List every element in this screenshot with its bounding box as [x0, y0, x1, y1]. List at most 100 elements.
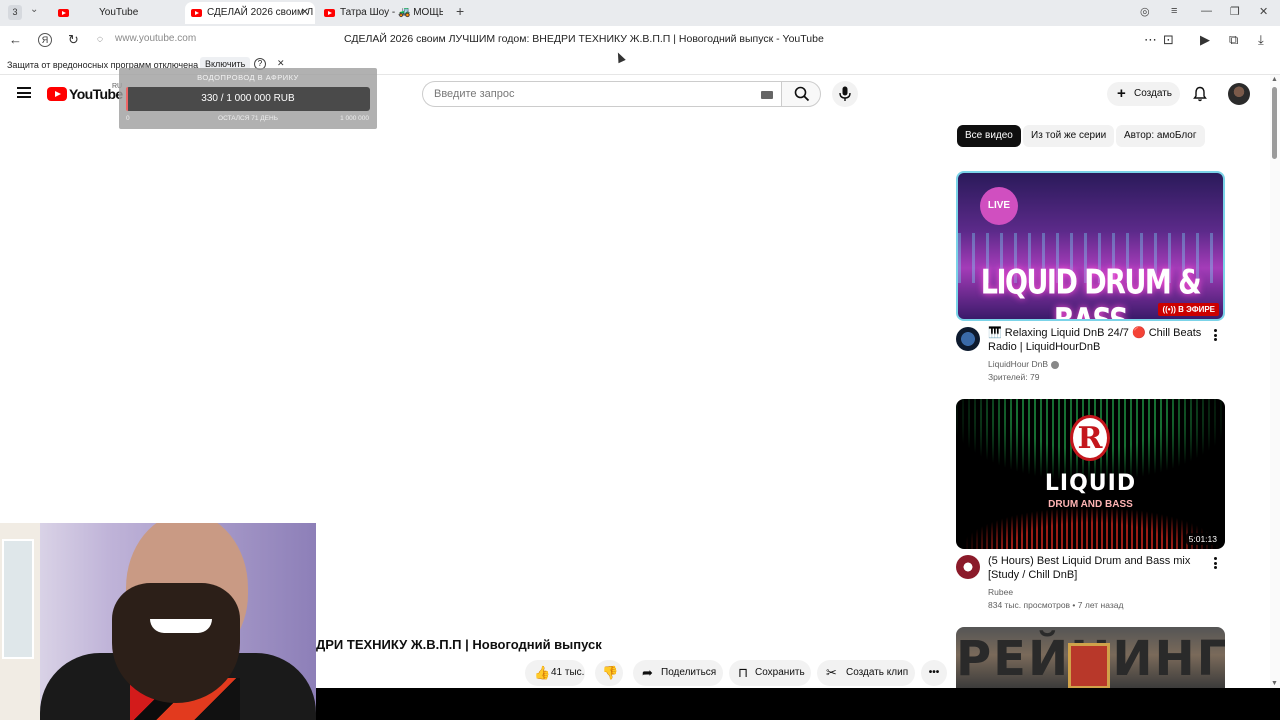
chip-all-videos[interactable]: Все видео: [957, 125, 1021, 147]
verified-check-icon: [1051, 360, 1060, 369]
share-label: Поделиться: [661, 667, 717, 678]
thumbnail-subtitle: DRUM AND BASS: [1048, 499, 1133, 510]
tab-youtube[interactable]: YouTube: [52, 2, 182, 24]
search-button[interactable]: [781, 81, 821, 107]
live-now-badge: ((•)) В ЭФИРЕ: [1158, 303, 1219, 316]
webcam-person-beard: [112, 583, 240, 703]
tab-count-badge[interactable]: 3: [8, 5, 22, 20]
address-page-title[interactable]: СДЕЛАЙ 2026 своим ЛУЧШИМ годом: ВНЕДРИ Т…: [344, 33, 824, 45]
recommendation-card[interactable]: РЕЙНИНГ: [956, 627, 1225, 689]
downloads-icon[interactable]: ⤓: [1258, 32, 1264, 48]
more-actions-icon[interactable]: [1214, 329, 1218, 341]
webcam-person-smile: [150, 619, 212, 633]
keyboard-icon[interactable]: [761, 91, 773, 99]
tab-label: YouTube: [99, 7, 139, 18]
share-button[interactable]: ➦ Поделиться: [633, 660, 723, 686]
donation-amount: 330 / 1 000 000 RUB: [201, 93, 295, 104]
live-badge: LIVE: [980, 187, 1018, 225]
new-tab-plus-icon[interactable]: +: [456, 3, 464, 19]
scroll-up-arrow-icon[interactable]: ▲: [1271, 76, 1278, 83]
more-actions-button[interactable]: •••: [921, 660, 947, 686]
search-box: [422, 81, 782, 107]
restore-icon[interactable]: ❐: [1230, 5, 1240, 18]
recommendation-title[interactable]: (5 Hours) Best Liquid Drum and Bass mix …: [988, 554, 1208, 582]
youtube-favicon-icon: [58, 9, 69, 17]
profile-icon[interactable]: ◎: [1140, 5, 1150, 18]
thumbs-up-icon: 👍: [534, 665, 551, 680]
save-label: Сохранить: [755, 667, 805, 678]
scissors-icon: ✂: [826, 665, 837, 680]
channel-avatar[interactable]: [956, 555, 980, 579]
live-now-label: В ЭФИРЕ: [1178, 305, 1215, 314]
bookmark-save-icon: ⊓: [738, 665, 749, 680]
search-input[interactable]: [434, 88, 744, 100]
create-clip-button[interactable]: ✂ Создать клип: [817, 660, 915, 686]
more-dots-icon[interactable]: ⋯: [1144, 32, 1157, 48]
recommendation-title[interactable]: 🎹 Relaxing Liquid DnB 24/7 🔴 Chill Beats…: [988, 326, 1208, 354]
thumbnail-title: LIQUID: [1044, 471, 1137, 496]
donation-days-left: ОСТАЛСЯ 71 ДЕНЬ: [218, 115, 278, 122]
search-icon: [794, 86, 810, 102]
thumbnail-emblem: [1068, 643, 1110, 689]
dislike-button[interactable]: 👎: [595, 660, 623, 686]
video-thumbnail[interactable]: LIVE LIQUID DRUM & BASS ((•)) В ЭФИРЕ: [956, 171, 1225, 321]
voice-search-button[interactable]: [832, 81, 858, 107]
plus-icon: +: [1117, 85, 1126, 102]
site-info-icon[interactable]: ◌: [97, 34, 103, 45]
tab-list-chevron-icon[interactable]: ⌄: [30, 4, 38, 15]
minimize-icon[interactable]: —: [1201, 5, 1212, 17]
donation-max: 1 000 000: [340, 115, 369, 122]
youtube-favicon-icon: [191, 9, 202, 17]
browser-menu-icon[interactable]: ≡: [1171, 5, 1177, 17]
video-popout-icon[interactable]: ▶: [1200, 32, 1210, 48]
tab-current-video[interactable]: СДЕЛАЙ 2026 своим Л ✕: [185, 2, 315, 24]
donation-goal-title: ВОДОПРОВОД В АФРИКУ: [197, 73, 299, 82]
more-actions-icon[interactable]: [1214, 557, 1218, 569]
video-thumbnail[interactable]: R LIQUID DRUM AND BASS 5:01:13: [956, 399, 1225, 549]
video-views-age: 834 тыс. просмотров • 7 лет назад: [988, 600, 1124, 610]
video-player-edge: [316, 688, 1280, 720]
more-horizontal-icon: •••: [928, 667, 940, 678]
video-title: ДРИ ТЕХНИКУ Ж.В.П.П | Новогодний выпуск: [316, 637, 602, 652]
youtube-logo[interactable]: YouTube: [47, 85, 123, 103]
channel-name[interactable]: Rubee: [988, 587, 1013, 597]
guide-menu-icon[interactable]: [17, 87, 31, 98]
like-button[interactable]: 👍 41 тыс.: [525, 660, 585, 686]
chip-author[interactable]: Автор: амоБлог: [1116, 125, 1205, 147]
share-arrow-icon: ➦: [642, 665, 653, 680]
youtube-favicon-icon: [324, 9, 335, 17]
reload-icon[interactable]: ↻: [68, 32, 79, 48]
like-count: 41 тыс.: [551, 667, 585, 678]
create-clip-label: Создать клип: [846, 667, 909, 678]
youtube-play-logo-icon: [47, 87, 67, 101]
donation-progress-bar: 330 / 1 000 000 RUB: [126, 87, 370, 111]
chip-same-series[interactable]: Из той же серии: [1023, 125, 1115, 147]
viewer-count: Зрителей: 79: [988, 372, 1040, 382]
bookmark-icon[interactable]: ⊡: [1163, 32, 1174, 48]
window-close-icon[interactable]: ✕: [1259, 5, 1268, 18]
scrollbar-thumb[interactable]: [1272, 87, 1277, 159]
channel-avatar[interactable]: [956, 327, 980, 351]
tab-label: Татра Шоу - 🚜 МОЩЬ Вк: [340, 7, 443, 18]
channel-name-text: LiquidHour DnB: [988, 359, 1049, 369]
channel-name[interactable]: LiquidHour DnB: [988, 359, 1060, 369]
notifications-bell-icon[interactable]: [1192, 86, 1208, 102]
webcam-background-window: [2, 539, 34, 659]
browser-tab-strip: 3 ⌄ YouTube СДЕЛАЙ 2026 своим Л ✕ Татра …: [0, 0, 1280, 26]
video-thumbnail[interactable]: РЕЙНИНГ: [956, 627, 1225, 689]
video-duration: 5:01:13: [1185, 533, 1220, 545]
collections-icon[interactable]: ⧉: [1229, 32, 1238, 48]
microphone-icon: [839, 86, 851, 101]
streamer-webcam: [0, 523, 316, 720]
yandex-icon[interactable]: Я: [38, 33, 52, 47]
user-avatar[interactable]: [1228, 83, 1250, 105]
tab-tatra-show[interactable]: Татра Шоу - 🚜 МОЩЬ Вк: [318, 2, 443, 24]
back-arrow-icon[interactable]: ←: [9, 32, 22, 47]
url-field[interactable]: www.youtube.com: [115, 33, 196, 44]
create-button[interactable]: + Создать: [1107, 82, 1180, 106]
page-scrollbar[interactable]: ▲ ▼: [1270, 75, 1280, 688]
save-button[interactable]: ⊓ Сохранить: [729, 660, 811, 686]
scroll-down-arrow-icon[interactable]: ▼: [1271, 680, 1278, 687]
tab-label: СДЕЛАЙ 2026 своим Л: [207, 7, 314, 18]
tab-close-icon[interactable]: ✕: [301, 2, 309, 24]
